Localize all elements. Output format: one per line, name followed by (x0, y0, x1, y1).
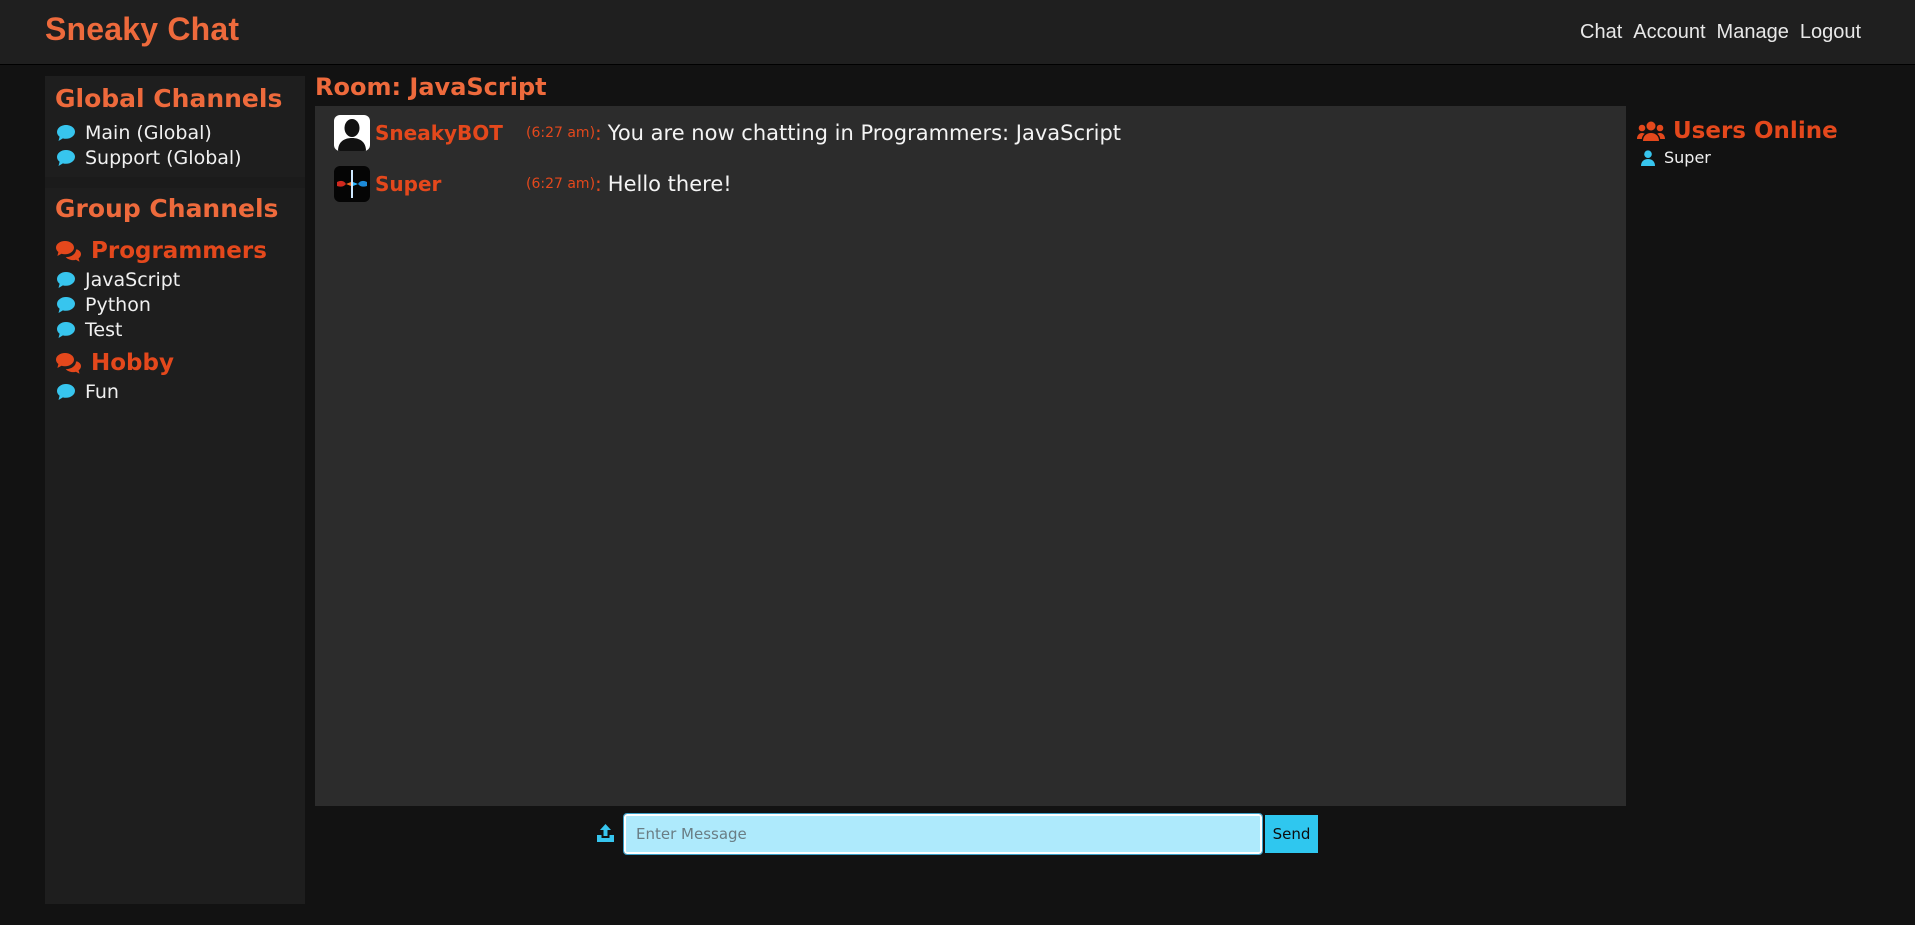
channel-main-global[interactable]: Main (Global) (45, 120, 305, 145)
avatar[interactable] (334, 115, 370, 151)
comment-icon (57, 271, 75, 288)
group-hobby: Hobby Fun (45, 347, 305, 404)
users-online-title: Users Online (1637, 118, 1838, 144)
channel-label: Fun (85, 380, 119, 403)
channel-label: Support (Global) (85, 146, 242, 169)
send-button[interactable]: Send (1265, 815, 1318, 853)
channel-python[interactable]: Python (45, 292, 305, 317)
message-timestamp: (6:27 am) (526, 176, 596, 192)
group-header-hobby[interactable]: Hobby (45, 347, 305, 379)
online-user-name: Super (1664, 148, 1711, 167)
channel-fun[interactable]: Fun (45, 379, 305, 404)
comments-icon (56, 353, 81, 374)
group-name: Hobby (91, 350, 174, 376)
brand-logo[interactable]: Sneaky Chat (45, 11, 239, 48)
nav-links: Chat Account Manage Logout (1580, 21, 1861, 44)
top-navbar: Sneaky Chat Chat Account Manage Logout (0, 0, 1915, 65)
nav-account-link[interactable]: Account (1633, 21, 1705, 44)
group-name: Programmers (91, 238, 267, 264)
channel-test[interactable]: Test (45, 317, 305, 342)
message-timestamp: (6:27 am) (526, 125, 596, 141)
avatar[interactable] (334, 166, 370, 202)
room-title: Room: JavaScript (315, 73, 547, 101)
user-icon (1641, 149, 1655, 166)
channel-label: Python (85, 293, 151, 316)
upload-icon[interactable] (596, 823, 615, 843)
message-separator: : (595, 121, 602, 145)
channel-label: Main (Global) (85, 121, 212, 144)
channel-label: JavaScript (85, 268, 181, 291)
comment-icon (57, 296, 75, 313)
message-username[interactable]: Super (370, 172, 526, 196)
global-channels-panel: Global Channels Main (Global) Support (G… (45, 76, 305, 177)
message-input[interactable] (623, 813, 1263, 855)
comment-icon (57, 321, 75, 338)
message-text: You are now chatting in Programmers: Jav… (607, 121, 1122, 145)
group-channels-panel: Group Channels Programmers JavaScript Py… (45, 188, 305, 904)
channel-javascript[interactable]: JavaScript (45, 267, 305, 292)
users-online-label: Users Online (1673, 118, 1838, 144)
users-icon (1637, 121, 1665, 141)
comments-icon (56, 241, 81, 262)
chat-message: SneakyBOT (6:27 am) : You are now chatti… (334, 115, 1121, 151)
group-programmers: Programmers JavaScript Python Test (45, 235, 305, 342)
chat-message: Super (6:27 am) : Hello there! (334, 166, 732, 202)
message-text: Hello there! (607, 172, 732, 196)
online-user-item[interactable]: Super (1641, 148, 1711, 167)
comment-icon (57, 149, 75, 166)
group-channels-title: Group Channels (55, 194, 279, 223)
group-header-programmers[interactable]: Programmers (45, 235, 305, 267)
comment-icon (57, 383, 75, 400)
channel-support-global[interactable]: Support (Global) (45, 145, 305, 170)
message-username[interactable]: SneakyBOT (370, 121, 526, 145)
nav-logout-link[interactable]: Logout (1800, 21, 1861, 44)
global-channels-title: Global Channels (55, 84, 283, 113)
channel-label: Test (85, 318, 123, 341)
message-separator: : (595, 172, 602, 196)
nav-chat-link[interactable]: Chat (1580, 21, 1622, 44)
chat-messages-area[interactable]: SneakyBOT (6:27 am) : You are now chatti… (315, 106, 1626, 806)
nav-manage-link[interactable]: Manage (1717, 21, 1789, 44)
comment-icon (57, 124, 75, 141)
